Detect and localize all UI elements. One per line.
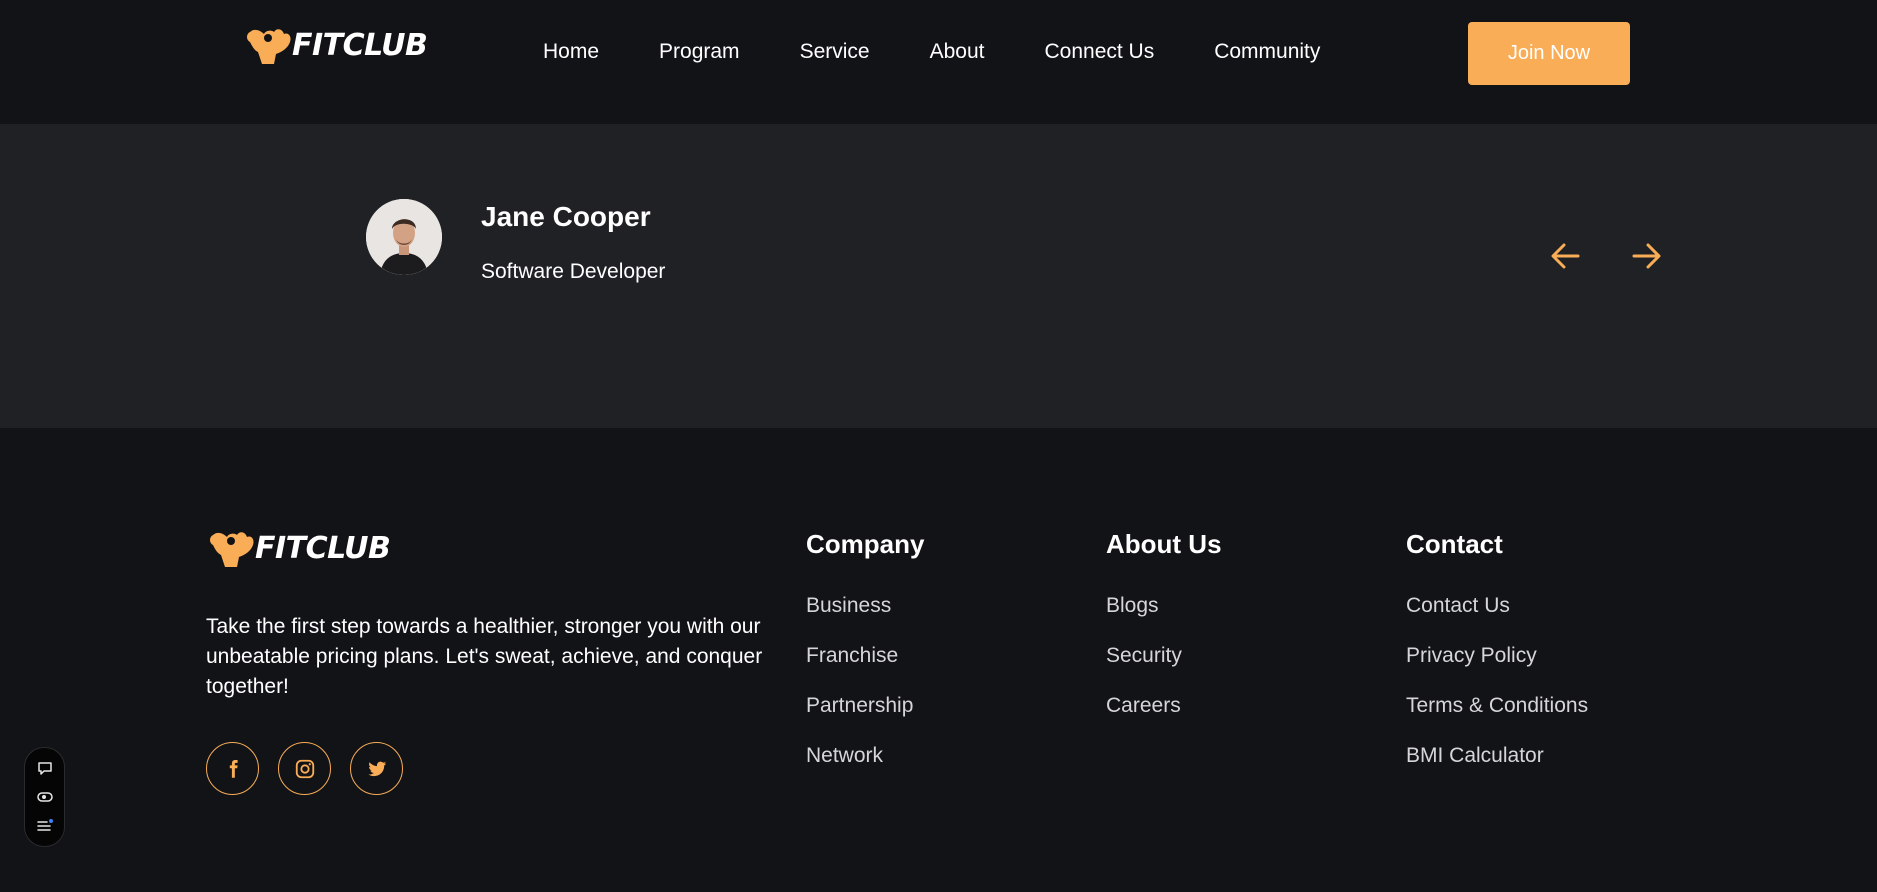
- footer-link-careers[interactable]: Careers: [1106, 694, 1222, 744]
- arrow-right-icon[interactable]: [1628, 240, 1664, 272]
- footer-link-blogs[interactable]: Blogs: [1106, 594, 1222, 644]
- nav-link-about[interactable]: About: [930, 40, 985, 64]
- twitter-icon: [367, 761, 386, 776]
- footer-link-security[interactable]: Security: [1106, 644, 1222, 694]
- arrow-left-icon[interactable]: [1548, 240, 1584, 272]
- floating-toolbar: [24, 747, 65, 847]
- nav-link-connect-us[interactable]: Connect Us: [1044, 40, 1154, 64]
- footer-link-bmi-calculator[interactable]: BMI Calculator: [1406, 744, 1588, 794]
- footer-link-terms[interactable]: Terms & Conditions: [1406, 694, 1588, 744]
- flexing-arms-logo-icon: [210, 532, 254, 567]
- main-nav: Home Program Service About Connect Us Co…: [543, 40, 1380, 64]
- footer-link-privacy-policy[interactable]: Privacy Policy: [1406, 644, 1588, 694]
- footer-tagline: Take the first step towards a healthier,…: [206, 615, 763, 698]
- avatar: [366, 199, 442, 275]
- twitter-link[interactable]: [350, 742, 403, 795]
- flexing-arms-logo-icon: [247, 29, 291, 64]
- nav-link-program[interactable]: Program: [659, 40, 740, 64]
- nav-link-service[interactable]: Service: [800, 40, 870, 64]
- footer-column-title: Company: [806, 529, 925, 559]
- instagram-icon: [295, 759, 314, 778]
- person-photo-icon: [366, 199, 442, 275]
- list-icon[interactable]: [36, 817, 54, 835]
- footer-link-partnership[interactable]: Partnership: [806, 694, 924, 744]
- testimonial-name: Jane Cooper: [481, 201, 651, 232]
- footer-column-title: Contact: [1406, 529, 1503, 559]
- footer-link-franchise[interactable]: Franchise: [806, 644, 924, 694]
- nav-link-home[interactable]: Home: [543, 40, 599, 64]
- header-logo[interactable]: FITCLUB: [244, 24, 428, 66]
- comment-icon[interactable]: [36, 759, 54, 777]
- testimonial-section: Jane Cooper Software Developer: [0, 124, 1877, 428]
- footer-column-title: About Us: [1106, 529, 1222, 559]
- instagram-link[interactable]: [278, 742, 331, 795]
- site-header: FITCLUB Home Program Service About Conne…: [0, 0, 1877, 124]
- footer-link-network[interactable]: Network: [806, 744, 924, 794]
- footer-logo[interactable]: FITCLUB: [207, 527, 391, 569]
- footer-column-company: Company Business Franchise Partnership N…: [806, 529, 924, 794]
- footer-link-contact-us[interactable]: Contact Us: [1406, 594, 1588, 644]
- facebook-link[interactable]: [206, 742, 259, 795]
- eye-icon[interactable]: [36, 788, 54, 806]
- footer-column-about-us: About Us Blogs Security Careers: [1106, 529, 1222, 744]
- logo-text: FITCLUB: [255, 530, 391, 566]
- footer-column-contact: Contact Contact Us Privacy Policy Terms …: [1406, 529, 1588, 794]
- nav-link-community[interactable]: Community: [1214, 40, 1320, 64]
- join-now-button[interactable]: Join Now: [1468, 22, 1630, 85]
- facebook-icon: [229, 759, 238, 778]
- testimonial-role: Software Developer: [481, 260, 666, 283]
- footer-link-business[interactable]: Business: [806, 594, 924, 644]
- logo-text: FITCLUB: [292, 27, 428, 63]
